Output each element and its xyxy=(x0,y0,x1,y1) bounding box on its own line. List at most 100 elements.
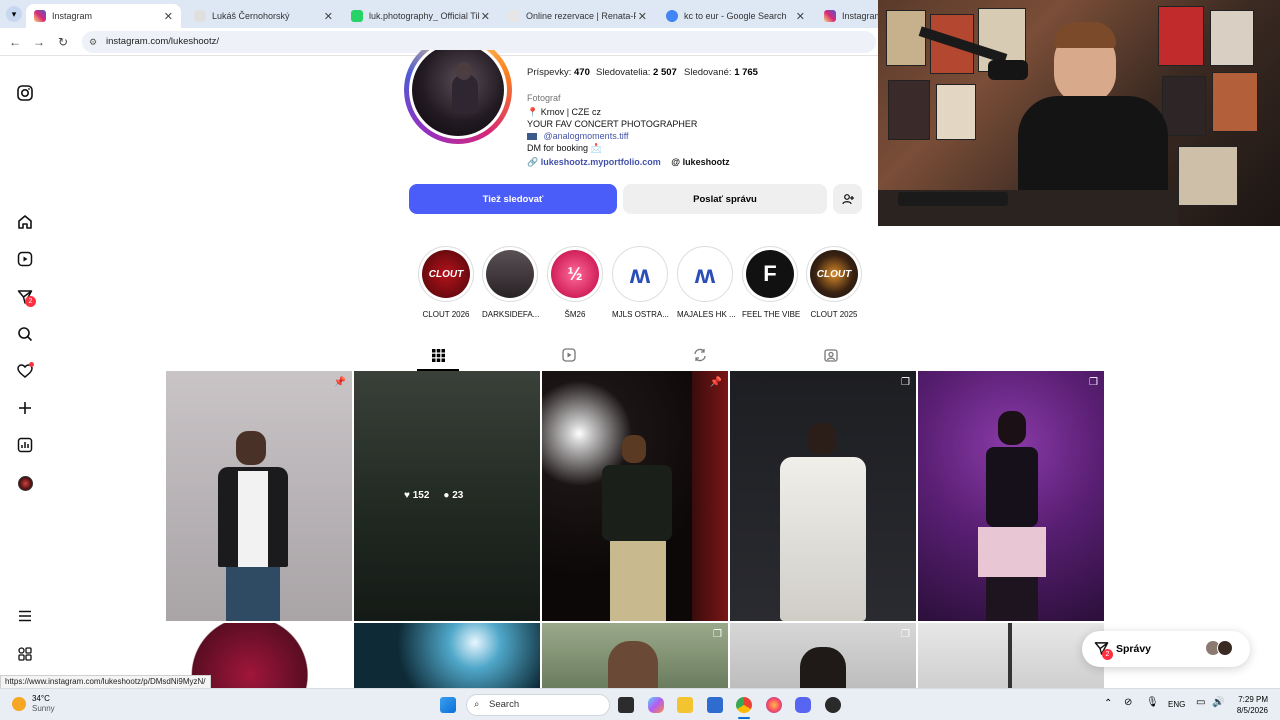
clock-time: 7:29 PM xyxy=(1238,695,1268,704)
highlight-cover: ½ xyxy=(551,250,599,298)
clock[interactable]: 7:29 PM 8/5/2026 xyxy=(1228,694,1268,716)
following-value: 1 765 xyxy=(734,67,758,78)
repost-icon xyxy=(694,348,706,362)
post-subject xyxy=(780,423,866,621)
close-tab-icon[interactable]: ✕ xyxy=(324,10,333,23)
carousel-icon: ❐ xyxy=(901,629,910,640)
portfolio-link[interactable]: lukeshootz.myportfolio.com xyxy=(541,157,661,167)
more-menu-icon[interactable] xyxy=(16,607,34,625)
weather-widget[interactable]: 34°C Sunny xyxy=(12,694,55,714)
tab-rezervace[interactable]: Online rezervace | Renata-Foto ✕ xyxy=(500,4,655,28)
dashboard-icon[interactable] xyxy=(16,436,34,454)
film-icon xyxy=(527,133,537,141)
post-tile[interactable]: ❐ xyxy=(730,623,916,688)
start-icon[interactable] xyxy=(440,697,456,713)
close-tab-icon[interactable]: ✕ xyxy=(638,10,647,23)
instagram-logo-icon[interactable] xyxy=(16,84,34,102)
tab-lukas[interactable]: Lukáš Černohorský ✕ xyxy=(186,4,341,28)
post-subject xyxy=(600,435,674,621)
highlight-majales-hk[interactable]: ʍ MAJALES HK ... xyxy=(677,246,736,319)
copilot-icon[interactable] xyxy=(648,697,664,713)
language-indicator[interactable]: ENG xyxy=(1168,700,1185,709)
tab-google[interactable]: kc to eur - Google Search ✕ xyxy=(658,4,813,28)
highlight-sm26[interactable]: ½ ŠM26 xyxy=(547,246,603,319)
store-icon[interactable] xyxy=(707,697,723,713)
post-tile[interactable]: ♥ 152 ● 23 xyxy=(354,371,540,621)
threads-link[interactable]: lukeshootz xyxy=(683,157,730,167)
post-tile[interactable]: ❐ xyxy=(918,371,1104,621)
create-plus-icon[interactable] xyxy=(16,399,34,417)
post-tile[interactable]: ❐ xyxy=(730,371,916,621)
tab-posts[interactable] xyxy=(428,346,448,364)
task-view-icon[interactable] xyxy=(618,697,634,713)
tab-instagram[interactable]: Instagram ✕ xyxy=(26,4,181,28)
tab-instagram-2[interactable]: Instagram xyxy=(816,4,882,28)
display-icon[interactable]: ▭ xyxy=(1196,697,1205,708)
site-info-icon[interactable]: ⚙ xyxy=(89,31,97,53)
post-tile[interactable]: 📌 xyxy=(542,371,728,621)
posts-count[interactable]: Príspevky: 470 xyxy=(527,67,590,78)
tab-reposts[interactable] xyxy=(690,346,710,364)
tagged-icon xyxy=(824,349,838,362)
microphone-tray-icon[interactable]: 🎙 xyxy=(1146,697,1159,708)
secondary-account-link[interactable]: @analogmoments.tiff xyxy=(544,131,629,141)
comment-icon: ● xyxy=(443,490,450,501)
tray-chevron-icon[interactable]: ⌃ xyxy=(1104,698,1112,709)
post-tile[interactable]: 📌 xyxy=(166,371,352,621)
follow-back-button[interactable]: Tiež sledovať xyxy=(409,184,617,214)
forward-icon[interactable]: → xyxy=(31,34,47,50)
tab-tiktok[interactable]: luk.photography_ Official TikTok ✕ xyxy=(343,4,498,28)
file-explorer-icon[interactable] xyxy=(677,697,693,713)
profile-booking: DM for booking 📩 xyxy=(527,143,602,153)
link-icon: 🔗 xyxy=(527,157,539,167)
volume-icon[interactable]: 🔊 xyxy=(1212,697,1224,708)
suggested-users-button[interactable] xyxy=(833,184,862,214)
highlight-darksidefa[interactable]: DARKSIDEFA... xyxy=(482,246,539,319)
profile-tagline: YOUR FAV CONCERT PHOTOGRAPHER xyxy=(527,119,698,129)
post-subject xyxy=(800,647,846,688)
obs-icon[interactable] xyxy=(825,697,841,713)
comments-count: 23 xyxy=(452,490,464,501)
tab-tagged[interactable] xyxy=(821,346,841,364)
messages-pill[interactable]: 2 Správy xyxy=(1082,631,1250,667)
instagram-favicon-icon xyxy=(824,10,836,22)
profile-avatar[interactable] xyxy=(404,50,512,146)
close-tab-icon[interactable]: ✕ xyxy=(164,10,173,23)
back-icon[interactable]: ← xyxy=(7,34,23,50)
highlight-clout-2026[interactable]: CLOUT CLOUT 2026 xyxy=(418,246,474,319)
also-from-meta-icon[interactable] xyxy=(16,645,34,663)
discord-icon[interactable] xyxy=(795,697,811,713)
reload-icon[interactable]: ↻ xyxy=(55,34,71,50)
followers-count[interactable]: Sledovatelia: 2 507 xyxy=(596,67,677,78)
send-message-button[interactable]: Poslať správu xyxy=(623,184,827,214)
post-stats: ♥ 152 ● 23 xyxy=(404,490,463,501)
home-icon[interactable] xyxy=(16,213,34,231)
chrome-icon[interactable] xyxy=(736,697,752,713)
tab-reels[interactable] xyxy=(559,346,579,364)
firefox-icon[interactable] xyxy=(766,697,782,713)
reels-icon[interactable] xyxy=(16,250,34,268)
notifications-heart-icon[interactable] xyxy=(16,362,34,380)
network-icon[interactable]: ⊘ xyxy=(1124,697,1132,708)
streamer-hair xyxy=(1054,22,1116,48)
highlight-clout-2025[interactable]: CLOUT CLOUT 2025 xyxy=(806,246,862,319)
following-count[interactable]: Sledované: 1 765 xyxy=(684,67,758,78)
wall-poster xyxy=(1158,6,1204,66)
wall-poster xyxy=(1212,72,1258,132)
close-tab-icon[interactable]: ✕ xyxy=(796,10,805,23)
taskbar-search[interactable]: ⌕ Search xyxy=(466,694,610,716)
highlight-mjls-ostrava[interactable]: ʍ MJLS OSTRA... xyxy=(612,246,669,319)
close-tab-icon[interactable]: ✕ xyxy=(481,10,490,23)
profile-avatar-icon[interactable] xyxy=(16,474,34,492)
tab-title: Online rezervace | Renata-Foto xyxy=(526,11,636,21)
post-tile[interactable] xyxy=(354,623,540,688)
highlight-feel-the-vibe[interactable]: F FEEL THE VIBE xyxy=(742,246,800,319)
tab-bar: ▾ Instagram ✕ Lukáš Černohorský ✕ luk.ph… xyxy=(0,0,882,28)
tab-list-dropdown[interactable]: ▾ xyxy=(6,6,22,22)
post-tile[interactable] xyxy=(918,623,1104,688)
messages-icon[interactable]: 2 xyxy=(16,288,36,307)
highlight-cover: CLOUT xyxy=(422,250,470,298)
search-icon[interactable] xyxy=(16,325,34,343)
post-tile[interactable]: ❐ xyxy=(542,623,728,688)
wall-poster xyxy=(1178,146,1238,206)
